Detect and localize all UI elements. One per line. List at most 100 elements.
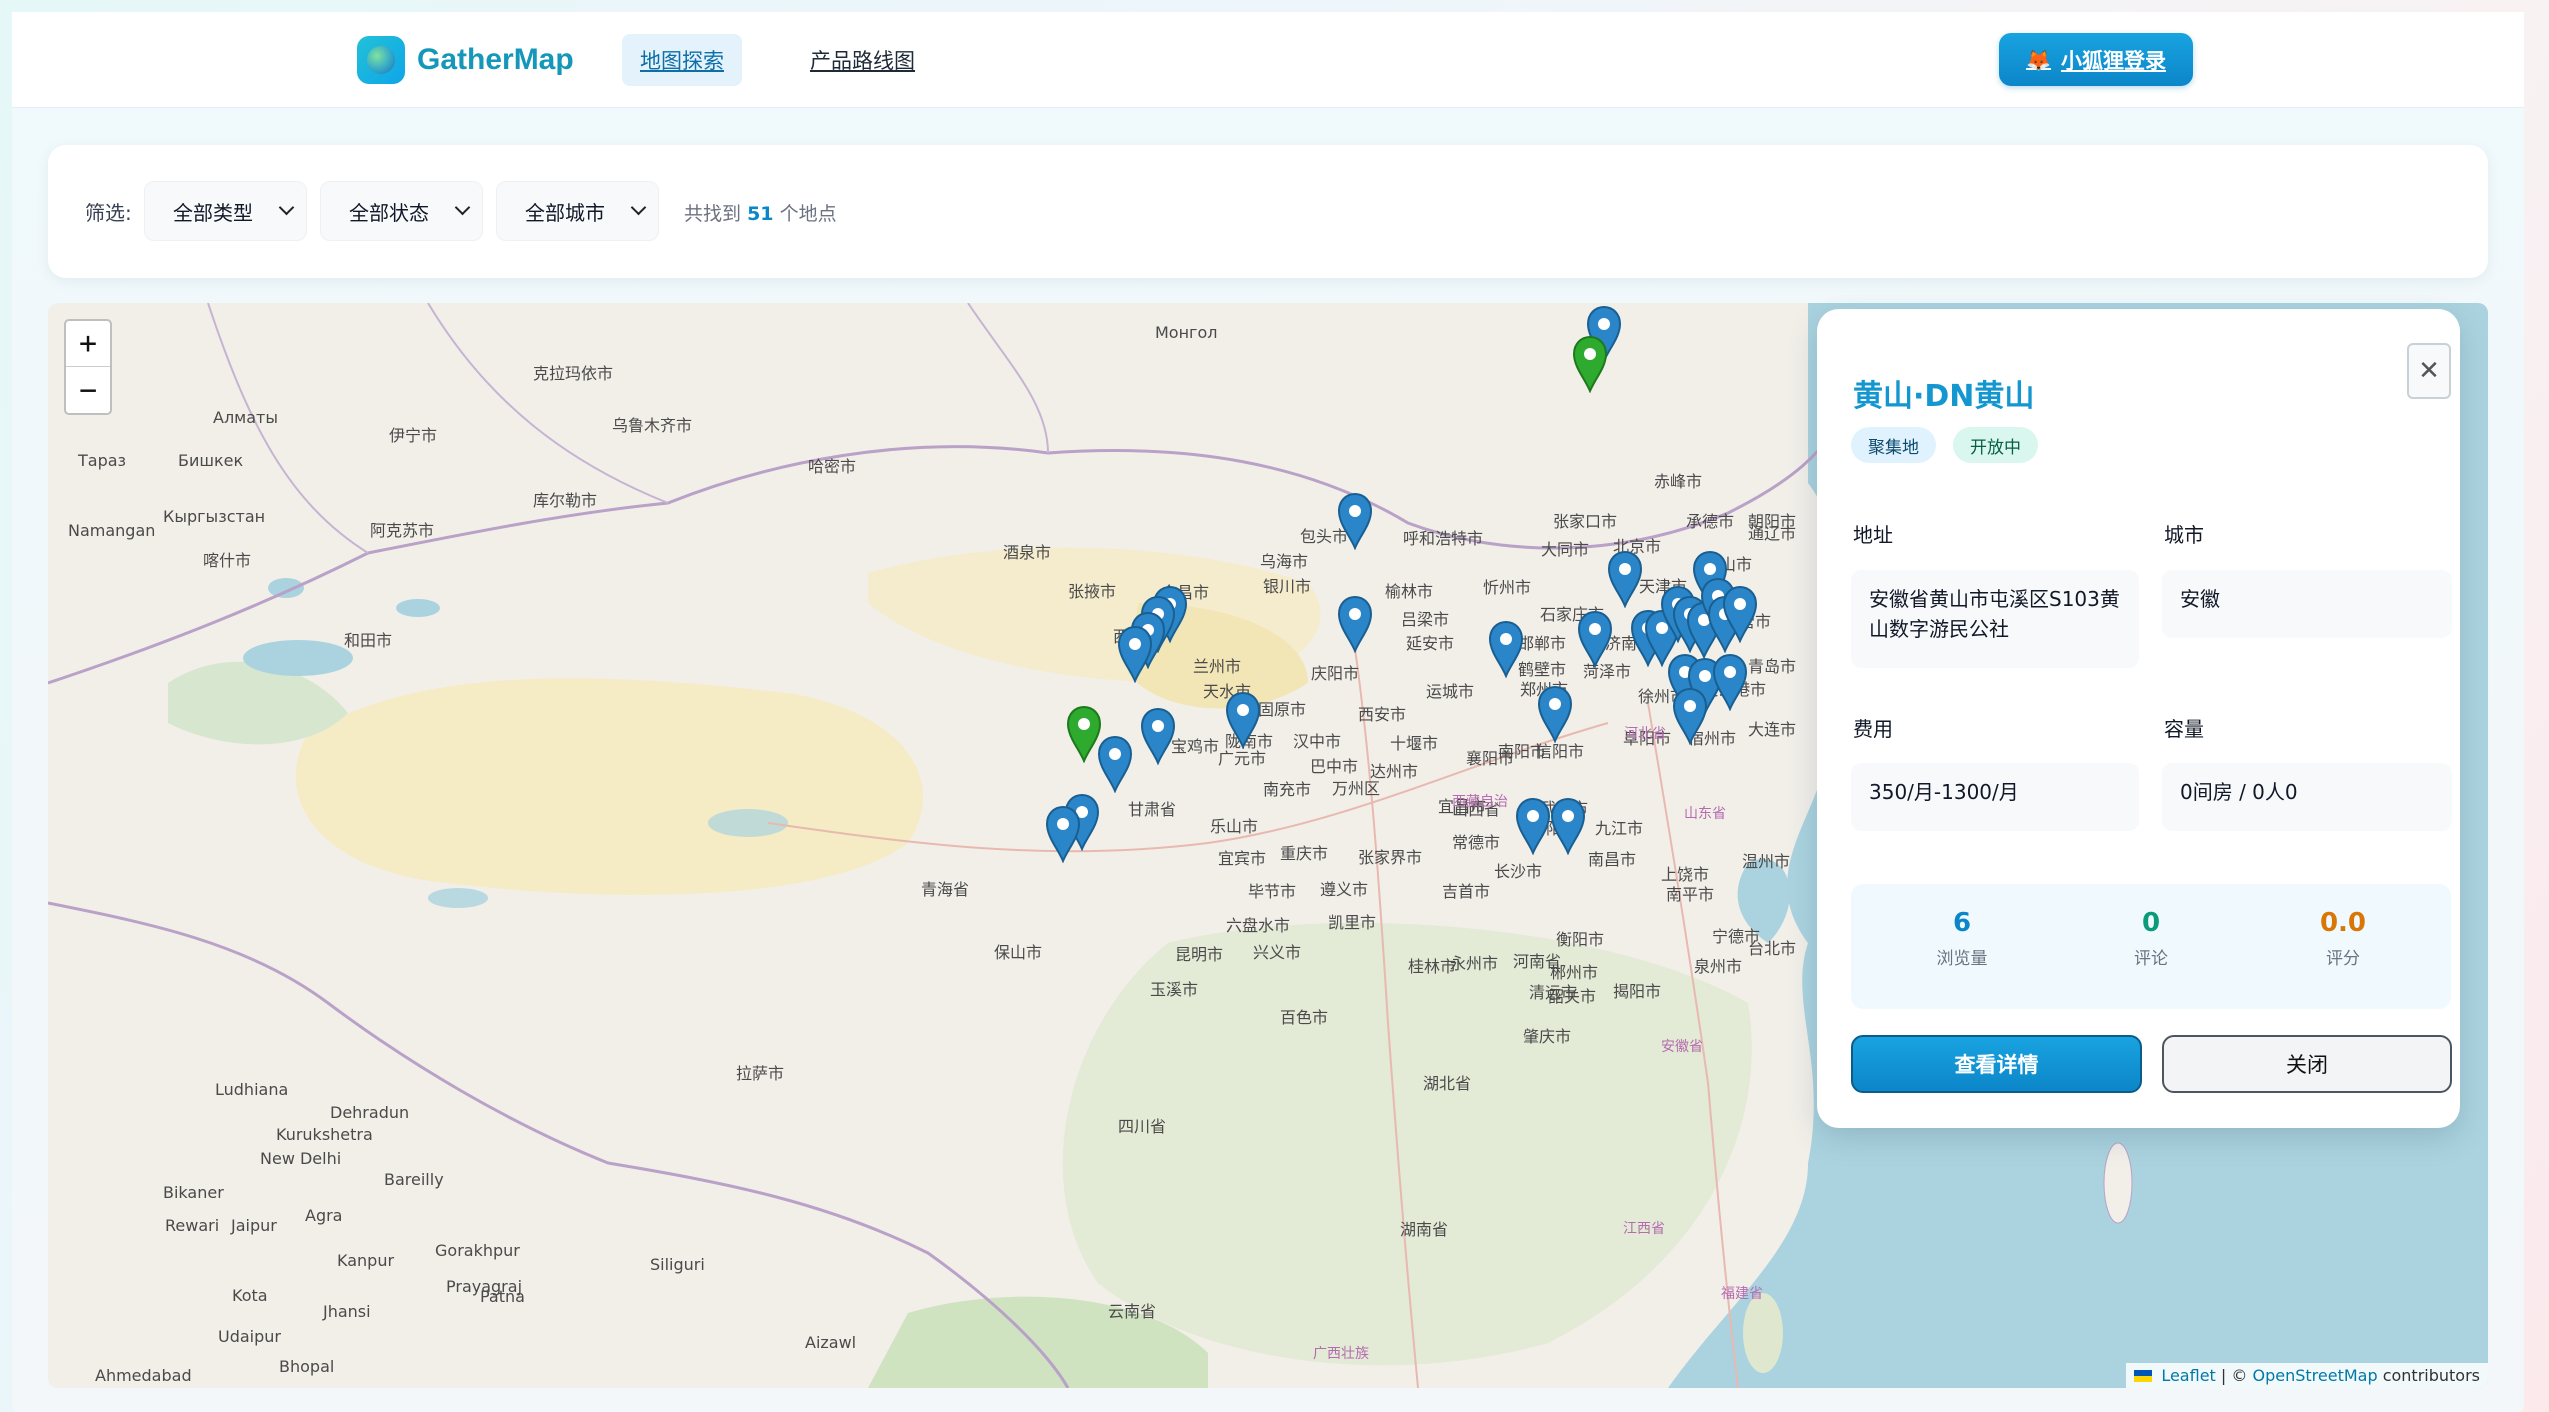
map-place-label: 赤峰市 bbox=[1654, 472, 1703, 491]
map-place-label: 肇庆市 bbox=[1523, 1027, 1572, 1046]
map-place-label: 毕节市 bbox=[1248, 882, 1297, 901]
location-title: 黄山·DN黄山 bbox=[1853, 379, 2035, 414]
map-pin-icon[interactable] bbox=[1487, 620, 1525, 678]
map-place-label: 西藏自治 bbox=[1452, 794, 1508, 810]
map-pin-icon[interactable] bbox=[1224, 691, 1262, 749]
result-count: 共找到 51 个地点 bbox=[684, 203, 837, 225]
close-button[interactable]: 关闭 bbox=[2162, 1035, 2452, 1093]
ukraine-flag-icon bbox=[2134, 1370, 2153, 1382]
map-place-label: 十堰市 bbox=[1390, 734, 1439, 753]
map-place-label: 襄阳市 bbox=[1466, 749, 1515, 768]
map-place-label: 九江市 bbox=[1595, 819, 1644, 838]
map-place-label: 伊宁市 bbox=[389, 426, 438, 445]
map-pin-icon[interactable] bbox=[1336, 595, 1374, 653]
map-pin-icon[interactable] bbox=[1536, 685, 1574, 743]
map-place-label: 巴中市 bbox=[1310, 757, 1359, 776]
map-place-label: 乌海市 bbox=[1260, 552, 1309, 571]
fee-label: 费用 bbox=[1853, 717, 1893, 741]
leaflet-link[interactable]: Leaflet bbox=[2161, 1366, 2215, 1385]
map-place-label: 台北市 bbox=[1748, 939, 1797, 958]
close-icon[interactable]: ✕ bbox=[2407, 343, 2451, 399]
map-place-label: 遵义市 bbox=[1320, 880, 1369, 899]
map-place-label: 忻州市 bbox=[1483, 578, 1532, 597]
map-place-label: Bikaner bbox=[163, 1183, 224, 1202]
city-select[interactable]: 全部城市 bbox=[496, 181, 659, 241]
map-place-label: 乌鲁木齐市 bbox=[612, 416, 693, 435]
map-place-label: 玉溪市 bbox=[1150, 980, 1199, 999]
map-pin-icon[interactable] bbox=[1514, 797, 1552, 855]
map-place-label: Тараз bbox=[78, 451, 127, 470]
map-place-label: Agra bbox=[305, 1206, 343, 1225]
status-select[interactable]: 全部状态 bbox=[320, 181, 483, 241]
map-place-label: 乐山市 bbox=[1210, 817, 1259, 836]
map-place-label: 承德市 bbox=[1686, 512, 1735, 531]
map-pin-icon[interactable] bbox=[1711, 653, 1749, 711]
map-place-label: 泉州市 bbox=[1694, 957, 1743, 976]
map-place-label: 邯郸市 bbox=[1518, 634, 1567, 653]
map-pin-icon[interactable] bbox=[1044, 805, 1082, 863]
brand-logo[interactable]: GatherMap bbox=[357, 36, 574, 84]
map-pin-icon[interactable] bbox=[1606, 550, 1644, 608]
login-button[interactable]: 🦊 小狐狸登录 bbox=[1999, 33, 2193, 86]
chevron-down-icon bbox=[278, 199, 295, 216]
map-place-label: 湖南省 bbox=[1400, 1220, 1449, 1239]
map-place-label: Jaipur bbox=[231, 1216, 277, 1235]
map-place-label: 吕梁市 bbox=[1401, 610, 1450, 629]
map-place-label: Kanpur bbox=[337, 1251, 395, 1270]
map-place-label: 阿克苏市 bbox=[370, 521, 435, 540]
nav-map-explore[interactable]: 地图探索 bbox=[622, 34, 742, 86]
map-place-label: 哈密市 bbox=[808, 457, 857, 476]
map-place-label: 山东省 bbox=[1684, 806, 1726, 822]
map-place-label: Кыргызстан bbox=[163, 507, 266, 526]
map-pin-icon[interactable] bbox=[1671, 687, 1709, 745]
view-details-button[interactable]: 查看详情 bbox=[1851, 1035, 2142, 1093]
map-place-label: 和田市 bbox=[344, 631, 393, 650]
map-pin-icon[interactable] bbox=[1576, 610, 1614, 668]
map-place-label: 青海省 bbox=[921, 880, 970, 899]
map-place-label: 江西省 bbox=[1623, 1221, 1665, 1237]
map-place-label: 甘肃省 bbox=[1128, 800, 1177, 819]
map-place-label: 大连市 bbox=[1748, 720, 1797, 739]
map-pin-icon[interactable] bbox=[1116, 625, 1154, 683]
address-value: 安徽省黄山市屯溪区S103黄山数字游民公社 bbox=[1851, 570, 2139, 668]
city-label: 城市 bbox=[2164, 523, 2204, 547]
zoom-in-button[interactable]: + bbox=[66, 321, 110, 367]
map-place-label: 昆明市 bbox=[1175, 945, 1224, 964]
map-place-label: 长沙市 bbox=[1494, 862, 1543, 881]
fox-icon: 🦊 bbox=[2026, 47, 2051, 72]
map-place-label: 库尔勒市 bbox=[533, 491, 598, 510]
map-place-label: Jhansi bbox=[323, 1302, 371, 1321]
map-place-label: 湖北省 bbox=[1423, 1074, 1472, 1093]
map-place-label: 六盘水市 bbox=[1226, 916, 1291, 935]
address-label: 地址 bbox=[1853, 523, 1893, 547]
map-pin-icon[interactable] bbox=[1139, 707, 1177, 765]
map-place-label: 桂林市 bbox=[1408, 957, 1457, 976]
status-select-value: 全部状态 bbox=[349, 200, 429, 225]
map-place-label: 固原市 bbox=[1258, 700, 1307, 719]
map-place-label: 宝鸡市 bbox=[1171, 737, 1220, 756]
map-pin-icon[interactable] bbox=[1549, 797, 1587, 855]
chevron-down-icon bbox=[454, 199, 471, 216]
stat-views: 6 浏览量 bbox=[1936, 908, 1988, 969]
map-pin-icon[interactable] bbox=[1721, 585, 1759, 643]
map-place-label: Rewari bbox=[165, 1216, 220, 1235]
type-select[interactable]: 全部类型 bbox=[144, 181, 307, 241]
map-place-label: 温州市 bbox=[1742, 852, 1791, 871]
map-pin-icon[interactable] bbox=[1571, 335, 1609, 393]
type-badge: 聚集地 bbox=[1851, 427, 1936, 463]
map-place-label: 银川市 bbox=[1263, 577, 1312, 596]
nav-roadmap[interactable]: 产品路线图 bbox=[792, 34, 933, 86]
filter-bar: 筛选: 全部类型 全部状态 全部城市 共找到 51 个地点 bbox=[48, 145, 2488, 278]
city-select-value: 全部城市 bbox=[525, 200, 605, 225]
map-place-label: 衡阳市 bbox=[1556, 930, 1605, 949]
zoom-out-button[interactable]: − bbox=[66, 367, 110, 413]
map-pin-icon[interactable] bbox=[1336, 492, 1374, 550]
map-place-label: 兴义市 bbox=[1253, 943, 1302, 962]
osm-link[interactable]: OpenStreetMap bbox=[2252, 1366, 2377, 1385]
login-label: 小狐狸登录 bbox=[2060, 48, 2166, 73]
map-place-label: 安徽省 bbox=[1661, 1039, 1703, 1055]
map-place-label: Dehradun bbox=[330, 1103, 410, 1122]
map-pin-icon[interactable] bbox=[1065, 705, 1103, 763]
map-place-label: 庆阳市 bbox=[1311, 664, 1360, 683]
map-place-label: 运城市 bbox=[1426, 682, 1475, 701]
